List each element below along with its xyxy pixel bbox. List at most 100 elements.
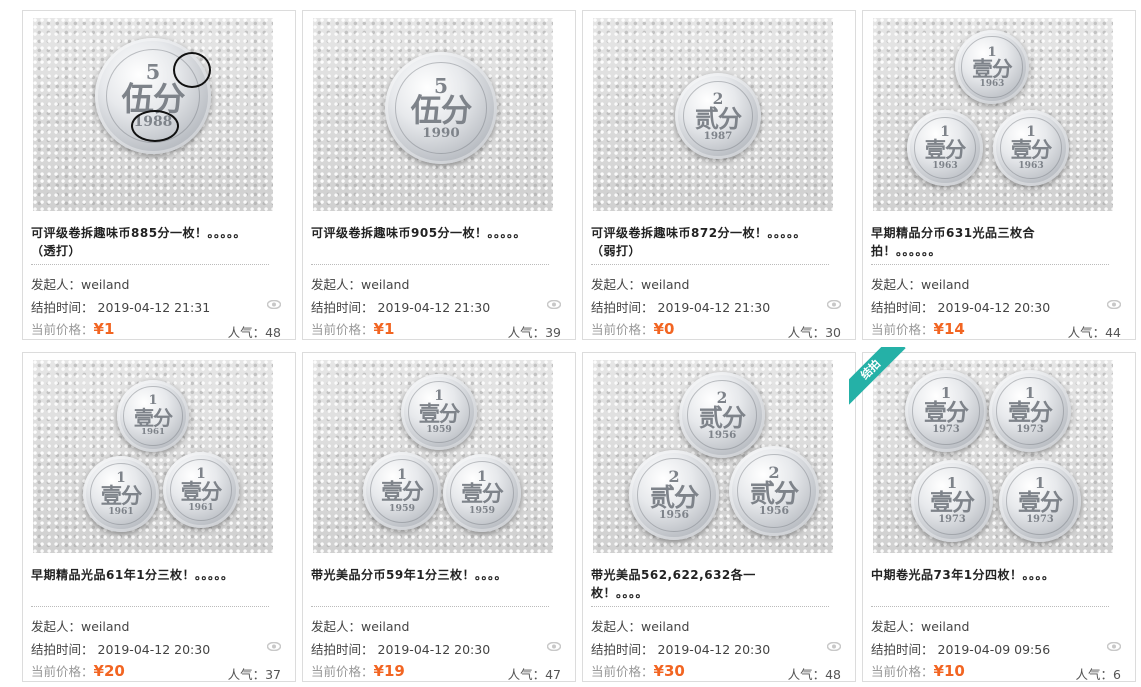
initiator-row: 发起人：weiland — [591, 619, 690, 634]
price-row: 当前价格：¥30 — [591, 662, 685, 680]
auction-card[interactable]: 1 壹分 1961 1 壹分 1961 1 壹分 1961 早期精品光品61年1分三枚！。。… — [22, 352, 296, 682]
eye-icon — [827, 642, 841, 651]
coin-image: 1 壹分 1973 — [999, 460, 1081, 542]
coin-photo[interactable]: 5 伍分 1990 — [313, 18, 553, 221]
item-title[interactable]: 可评级卷拆趣味币905分一枚！。。。。。 — [311, 224, 551, 242]
current-price: ¥0 — [653, 320, 675, 338]
initiator-row: 发起人：weiland — [871, 277, 970, 292]
popularity: 人气：48 — [227, 325, 281, 340]
coin-image: 1 壹分 1961 — [163, 452, 239, 528]
coin-image: 1 壹分 1961 — [117, 380, 189, 452]
item-title[interactable]: 早期精品分币631光品三枚合 拍！。。。。。。 — [871, 224, 1111, 260]
item-title[interactable]: 中期卷光品73年1分四枚！。。。。 — [871, 566, 1111, 584]
coin-image: 2 贰分 1956 — [629, 450, 719, 540]
popularity: 人气：48 — [787, 667, 841, 682]
item-title[interactable]: 带光美品562,622,632各一 枚！。。。。 — [591, 566, 831, 602]
auction-card[interactable]: 2 贰分 1956 2 贰分 1956 2 贰分 1956 带光美品562,622,632各… — [582, 352, 856, 682]
price-row: 当前价格：¥19 — [311, 662, 405, 680]
divider — [871, 264, 1109, 265]
coin-image: 2 贰分 1987 — [675, 73, 761, 159]
current-price: ¥1 — [373, 320, 395, 338]
price-row: 当前价格：¥0 — [591, 320, 675, 338]
eye-icon — [547, 300, 561, 309]
eye-icon — [1107, 300, 1121, 309]
auction-card[interactable]: 2 贰分 1987 可评级卷拆趣味币872分一枚！。。。。。 （弱打） 发起人：wei… — [582, 10, 856, 340]
divider — [31, 606, 269, 607]
current-price: ¥30 — [653, 662, 685, 680]
initiator-row: 发起人：weiland — [871, 619, 970, 634]
auction-card[interactable]: 1 壹分 1959 1 壹分 1959 1 壹分 1959 带光美品分币59年1分三枚！。。… — [302, 352, 576, 682]
coin-image: 1 壹分 1959 — [443, 454, 521, 532]
coin-photo[interactable]: 1 壹分 1959 1 壹分 1959 1 壹分 1959 — [313, 360, 553, 563]
coin-image: 2 贰分 1956 — [679, 372, 765, 458]
coin-photo[interactable]: 1 壹分 1961 1 壹分 1961 1 壹分 1961 — [33, 360, 273, 563]
coin-image: 1 壹分 1973 — [989, 370, 1071, 452]
coin-image: 1 壹分 1973 — [905, 370, 987, 452]
divider — [591, 606, 829, 607]
eye-icon — [827, 300, 841, 309]
auction-card[interactable]: 1 壹分 1963 1 壹分 1963 1 壹分 1963 早期精品分币631光品三枚合 拍！… — [862, 10, 1136, 340]
popularity: 人气：39 — [507, 325, 561, 340]
popularity: 人气：44 — [1067, 325, 1121, 340]
price-row: 当前价格：¥14 — [871, 320, 965, 338]
coin-image: 1 壹分 1963 — [955, 30, 1029, 104]
coin-image: 1 壹分 1959 — [401, 374, 477, 450]
coin-photo[interactable]: 5 伍分 1988 — [33, 18, 273, 221]
coin-photo[interactable]: 1 壹分 1973 1 壹分 1973 1 壹分 1973 1 壹分 1973 — [873, 360, 1113, 563]
eye-icon — [1107, 642, 1121, 651]
initiator-row: 发起人：weiland — [311, 277, 410, 292]
auction-card[interactable]: 结拍 1 壹分 1973 1 壹分 1973 1 壹分 1973 1 壹分 1973 中期卷光品… — [849, 347, 1136, 682]
end-time-row: 结拍时间： 2019-04-12 20:30 — [871, 300, 1051, 315]
eye-icon — [267, 642, 281, 651]
price-row: 当前价格：¥10 — [871, 662, 965, 680]
coin-image: 2 贰分 1956 — [729, 446, 819, 536]
auction-card[interactable]: 5 伍分 1988 可评级卷拆趣味币885分一枚！。。。。。 （透打） 发起人：wei… — [22, 10, 296, 340]
circle-annotation — [131, 110, 179, 142]
initiator-row: 发起人：weiland — [31, 619, 130, 634]
price-row: 当前价格：¥1 — [311, 320, 395, 338]
current-price: ¥19 — [373, 662, 405, 680]
eye-icon — [547, 642, 561, 651]
divider — [31, 264, 269, 265]
item-title[interactable]: 早期精品光品61年1分三枚！。。。。。 — [31, 566, 271, 584]
auction-card[interactable]: 5 伍分 1990 可评级卷拆趣味币905分一枚！。。。。。 发起人：weiland… — [302, 10, 576, 340]
coin-image: 1 壹分 1963 — [993, 110, 1069, 186]
end-time-row: 结拍时间： 2019-04-12 21:30 — [591, 300, 771, 315]
item-title[interactable]: 带光美品分币59年1分三枚！。。。。 — [311, 566, 551, 584]
price-row: 当前价格：¥1 — [31, 320, 115, 338]
current-price: ¥1 — [93, 320, 115, 338]
initiator-row: 发起人：weiland — [31, 277, 130, 292]
circle-annotation — [173, 52, 211, 88]
coin-photo[interactable]: 1 壹分 1963 1 壹分 1963 1 壹分 1963 — [873, 18, 1113, 221]
end-time-row: 结拍时间： 2019-04-12 20:30 — [31, 642, 211, 657]
popularity: 人气：30 — [787, 325, 841, 340]
price-row: 当前价格：¥20 — [31, 662, 125, 680]
coin-image: 1 壹分 1973 — [911, 460, 993, 542]
end-time-row: 结拍时间： 2019-04-09 09:56 — [871, 642, 1051, 657]
coin-image: 1 壹分 1963 — [907, 110, 983, 186]
coin-image: 5 伍分 1990 — [385, 52, 497, 164]
coin-image: 1 壹分 1961 — [83, 456, 159, 532]
end-time-row: 结拍时间： 2019-04-12 20:30 — [591, 642, 771, 657]
end-time-row: 结拍时间： 2019-04-12 21:30 — [311, 300, 491, 315]
divider — [311, 264, 549, 265]
divider — [591, 264, 829, 265]
popularity: 人气：47 — [507, 667, 561, 682]
initiator-row: 发起人：weiland — [311, 619, 410, 634]
coin-photo[interactable]: 2 贰分 1956 2 贰分 1956 2 贰分 1956 — [593, 360, 833, 563]
divider — [311, 606, 549, 607]
coin-photo[interactable]: 2 贰分 1987 — [593, 18, 833, 221]
divider — [871, 606, 1109, 607]
item-title[interactable]: 可评级卷拆趣味币872分一枚！。。。。。 （弱打） — [591, 224, 831, 260]
current-price: ¥20 — [93, 662, 125, 680]
end-time-row: 结拍时间： 2019-04-12 21:31 — [31, 300, 211, 315]
eye-icon — [267, 300, 281, 309]
popularity: 人气：6 — [1075, 667, 1121, 682]
initiator-row: 发起人：weiland — [591, 277, 690, 292]
ended-badge: 结拍 — [849, 347, 907, 405]
current-price: ¥14 — [933, 320, 965, 338]
current-price: ¥10 — [933, 662, 965, 680]
coin-image: 1 壹分 1959 — [363, 452, 441, 530]
popularity: 人气：37 — [227, 667, 281, 682]
item-title[interactable]: 可评级卷拆趣味币885分一枚！。。。。。 （透打） — [31, 224, 271, 260]
